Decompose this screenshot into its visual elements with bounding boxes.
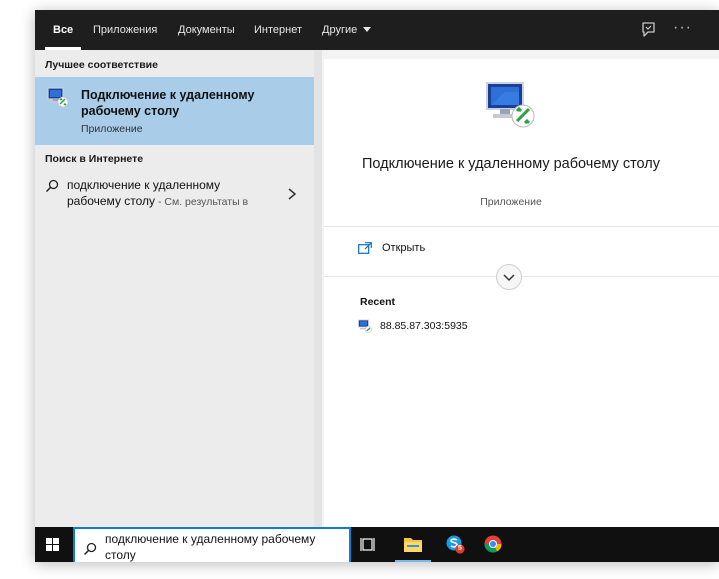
- results-scroll-track: [314, 50, 322, 527]
- expand-button[interactable]: [496, 264, 522, 290]
- chrome-icon: [484, 535, 502, 553]
- file-explorer-button[interactable]: [395, 527, 431, 562]
- tab-all-label: Все: [53, 24, 74, 36]
- tab-documents[interactable]: Документы: [178, 10, 235, 50]
- feedback-icon[interactable]: [639, 21, 657, 39]
- web-result-hint: - См. результаты в: [155, 196, 248, 208]
- skype-icon: [446, 535, 465, 554]
- chevron-down-icon: [503, 274, 515, 282]
- tab-web[interactable]: Интернет: [254, 10, 302, 50]
- windows-start-icon: [46, 538, 59, 551]
- preview-title: Подключение к удаленному рабочему столу: [361, 156, 661, 172]
- tab-apps-label: Приложения: [93, 24, 158, 36]
- search-window: Все Приложения Документы Интернет Другие…: [35, 10, 719, 562]
- best-match-result[interactable]: Подключение к удаленному рабочему столу …: [35, 77, 314, 145]
- tab-all[interactable]: Все: [45, 10, 82, 50]
- task-view-icon: [360, 538, 375, 551]
- preview-pane: Подключение к удаленному рабочему столу …: [322, 50, 719, 527]
- tab-web-label: Интернет: [254, 24, 302, 36]
- preview-subtitle: Приложение: [480, 196, 542, 208]
- taskbar: подключение к удаленному рабочему столу: [35, 527, 719, 562]
- remote-desktop-icon: [47, 87, 69, 108]
- open-label: Открыть: [382, 242, 426, 254]
- tab-more-label: Другие: [322, 24, 358, 36]
- preview-card: Подключение к удаленному рабочему столу …: [324, 59, 719, 527]
- best-match-subtitle: Приложение: [81, 123, 143, 135]
- divider: [324, 226, 719, 227]
- skype-button[interactable]: 5: [437, 527, 473, 562]
- recent-item[interactable]: 88.85.87.303:5935: [358, 318, 558, 336]
- tab-documents-label: Документы: [178, 24, 235, 36]
- remote-desktop-icon: [486, 82, 535, 128]
- web-result-hint-text: См. результаты в: [164, 196, 249, 208]
- chrome-button[interactable]: [475, 527, 511, 562]
- skype-badge: 5: [458, 545, 462, 552]
- taskbar-search-input[interactable]: подключение к удаленному рабочему столу: [73, 527, 351, 562]
- best-match-heading: Лучшее соответствие: [45, 59, 158, 71]
- search-icon: [83, 542, 97, 556]
- start-button[interactable]: [35, 527, 71, 562]
- search-filter-bar: Все Приложения Документы Интернет Другие…: [35, 10, 719, 50]
- remote-desktop-icon: [358, 319, 372, 333]
- recent-heading: Recent: [360, 296, 396, 308]
- open-button[interactable]: Открыть: [358, 239, 478, 263]
- web-search-result[interactable]: подключение к удаленному рабочему столу …: [35, 174, 314, 224]
- task-view-button[interactable]: [355, 527, 385, 562]
- search-query-text: подключение к удаленному рабочему столу: [105, 532, 316, 562]
- best-match-title: Подключение к удаленному рабочему столу: [81, 88, 255, 118]
- file-explorer-icon: [404, 538, 422, 552]
- chevron-right-icon[interactable]: [287, 188, 297, 200]
- web-result-separator: -: [155, 196, 165, 208]
- web-search-heading: Поиск в Интернете: [45, 153, 144, 165]
- tab-apps[interactable]: Приложения: [93, 10, 157, 50]
- more-options-icon[interactable]: ···: [673, 20, 693, 40]
- tab-more[interactable]: Другие: [322, 10, 372, 50]
- web-result-text: подключение к удаленному рабочему столу …: [67, 177, 277, 210]
- results-pane: Лучшее соответствие Подключение к удален…: [35, 50, 322, 527]
- recent-item-label: 88.85.87.303:5935: [380, 320, 468, 332]
- search-icon: [45, 179, 59, 193]
- caret-down-icon: [363, 26, 372, 32]
- open-icon: [358, 242, 372, 254]
